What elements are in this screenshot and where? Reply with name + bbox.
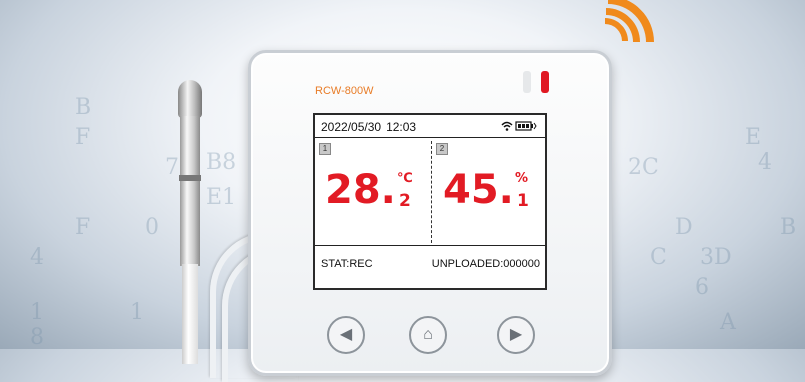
channel-2-badge: 2 — [436, 143, 448, 155]
unuploaded-count: UNPLOADED:000000 — [431, 258, 540, 270]
bg-glyph: 6 — [695, 275, 709, 300]
temperature-unit: ℃ — [397, 171, 413, 186]
temperature-decimal: 2 — [399, 191, 411, 211]
bg-glyph: E1 — [206, 185, 237, 210]
temperature-reading: 28. ℃ 2 — [325, 167, 413, 213]
date-text: 2022/05/30 — [321, 120, 382, 134]
bg-glyph: 1 — [30, 300, 44, 325]
bg-glyph: 0 — [145, 215, 159, 240]
bg-glyph: 3D — [700, 245, 732, 270]
wifi-battery-icon — [501, 121, 537, 131]
lcd-screen: 2022/05/30 12:03 1 2 28. ℃ 2 45. % 1 STA… — [313, 113, 547, 290]
record-status: STAT:REC — [321, 258, 373, 270]
humidity-value: 45. — [443, 167, 514, 213]
status-icons — [501, 120, 537, 135]
bg-glyph: B — [780, 215, 797, 240]
bg-glyph: F — [75, 125, 91, 150]
bg-glyph: 1 — [130, 300, 144, 325]
bg-glyph: C — [650, 245, 667, 270]
humidity-reading: 45. % 1 — [443, 167, 529, 213]
left-arrow-button[interactable]: ◀ — [327, 316, 365, 354]
bg-glyph: B — [75, 95, 92, 120]
channel-1-badge: 1 — [319, 143, 331, 155]
bg-glyph: 2C — [628, 155, 659, 180]
data-logger-device: RCW-800W 2022/05/30 12:03 1 2 28. ℃ 2 45… — [248, 50, 612, 376]
bg-glyph: A — [720, 310, 736, 335]
humidity-unit: % — [515, 171, 529, 186]
indicator-light-white — [523, 71, 531, 93]
chevron-left-icon: ◀ — [339, 326, 353, 343]
bg-glyph: E — [745, 125, 762, 150]
datetime-display: 2022/05/30 12:03 — [321, 120, 416, 134]
home-button[interactable]: ⌂ — [409, 316, 447, 354]
time-text: 12:03 — [386, 120, 417, 134]
home-icon: ⌂ — [423, 326, 433, 343]
bg-glyph: D — [675, 215, 693, 240]
bg-glyph: 4 — [30, 245, 44, 270]
right-arrow-button[interactable]: ▶ — [497, 316, 535, 354]
bg-glyph: 4 — [758, 150, 772, 175]
indicator-light-red — [541, 71, 549, 93]
bg-glyph: 7 — [165, 155, 179, 180]
temperature-value: 28. — [325, 167, 396, 213]
model-label: RCW-800W — [315, 85, 374, 97]
bg-glyph: B8 — [206, 150, 237, 175]
humidity-decimal: 1 — [517, 191, 529, 211]
chevron-right-icon: ▶ — [509, 326, 523, 343]
bg-glyph: F — [75, 215, 91, 240]
bg-glyph: 8 — [30, 325, 44, 350]
